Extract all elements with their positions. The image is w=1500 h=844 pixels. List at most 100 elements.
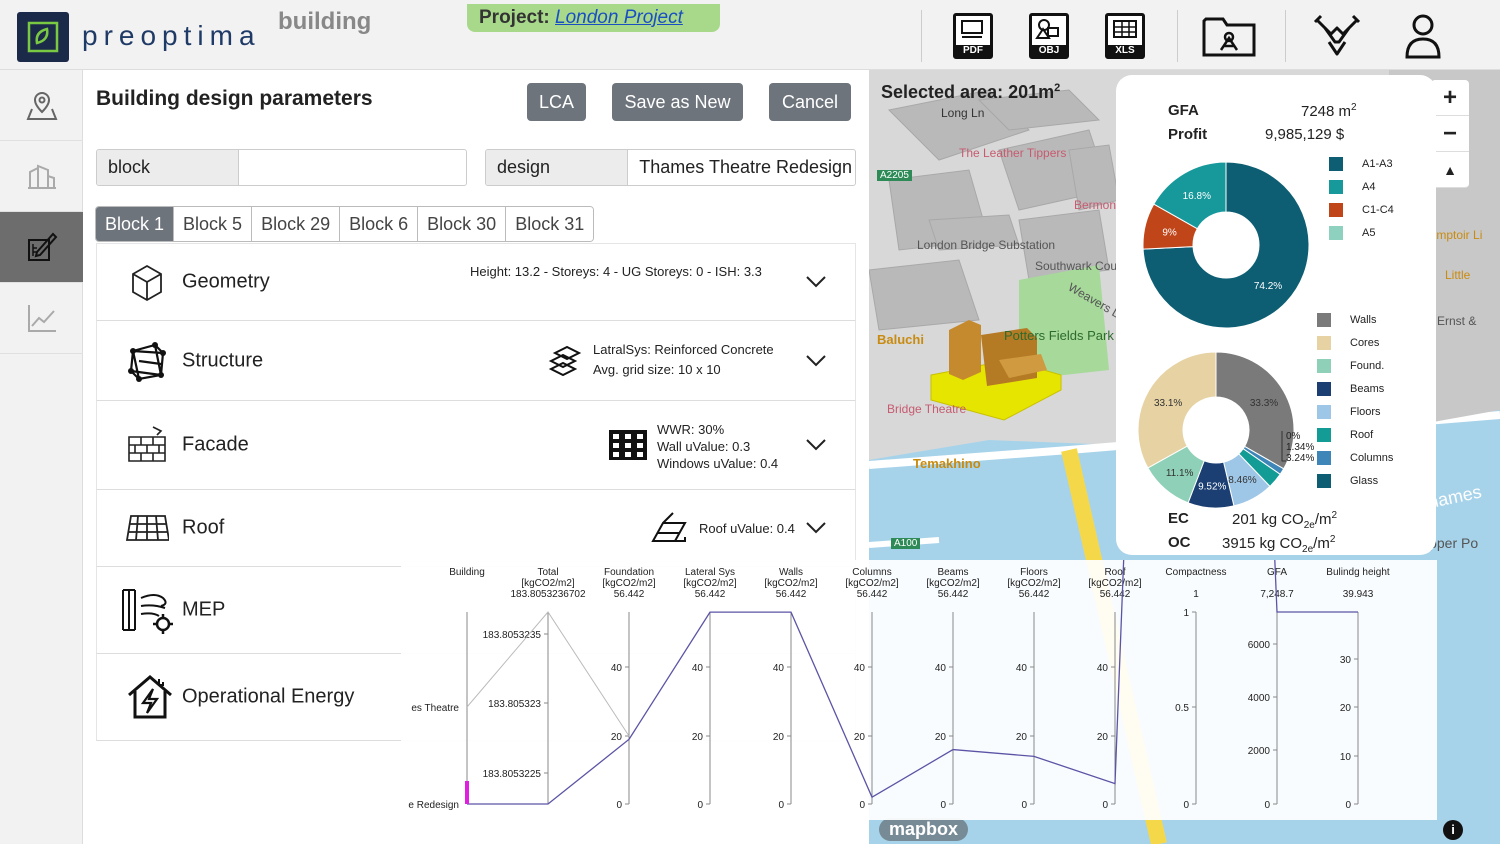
structure-section[interactable]: Structure LatralSys: Reinforced Concrete… — [96, 321, 856, 401]
project-indicator: Project: London Project — [467, 4, 720, 32]
tab-block-1[interactable]: Block 1 — [96, 207, 175, 241]
pc-tick-label: 0 — [697, 800, 703, 811]
zoom-in-button[interactable]: + — [1431, 80, 1469, 116]
pc-axis-label: [kgCO2/m2] — [845, 578, 899, 589]
pc-tick-label: 40 — [692, 663, 704, 674]
roof-section[interactable]: Roof Roof uValue: 0.4 — [96, 490, 856, 567]
pc-axis-max: 56.442 — [857, 589, 888, 600]
collaboration-hands-icon — [1313, 14, 1361, 56]
pc-axis-max: 183.8053236702 — [510, 589, 586, 600]
xls-export-button[interactable]: XLS — [1102, 10, 1148, 62]
sidebar-item-design[interactable] — [0, 212, 83, 283]
sidebar-item-analytics[interactable] — [0, 283, 83, 354]
map-label: Long Ln — [941, 106, 985, 120]
cancel-button[interactable]: Cancel — [769, 83, 851, 121]
block-input[interactable] — [239, 150, 466, 185]
sidebar-item-buildings[interactable] — [0, 141, 83, 212]
pc-axis-max: 56.442 — [695, 589, 726, 600]
zoom-out-button[interactable]: − — [1431, 116, 1469, 152]
design-edit-icon — [27, 232, 57, 261]
legend-label: Floors — [1350, 405, 1381, 418]
legend-swatch — [1317, 312, 1331, 327]
pdf-export-button[interactable]: PDF — [950, 10, 996, 62]
donut-callout-label: 1.34% — [1286, 442, 1314, 453]
preoptima-logo-icon[interactable] — [17, 12, 69, 62]
compass-button[interactable]: ▲ — [1431, 152, 1469, 188]
legend-swatch — [1317, 335, 1331, 350]
window-grid-icon — [609, 430, 647, 460]
donut-slice-label: 11.1% — [1166, 468, 1194, 479]
lateral-system-text: LatralSys: Reinforced Concrete — [593, 342, 774, 357]
donut-slice-label: 16.8% — [1183, 191, 1211, 202]
pc-tick-label: 0 — [616, 800, 622, 811]
pc-tick-label: 0 — [1021, 800, 1027, 811]
tab-block-29[interactable]: Block 29 — [252, 207, 341, 241]
design-name-input[interactable]: Thames Theatre Redesign — [628, 150, 855, 185]
tab-block-30[interactable]: Block 30 — [418, 207, 507, 241]
lca-button[interactable]: LCA — [527, 83, 586, 121]
legend-label: Cores — [1350, 336, 1380, 349]
page-title: Building design parameters — [96, 87, 373, 110]
map-label: Little — [1445, 268, 1471, 282]
legend-item: C1-C4 — [1329, 198, 1394, 221]
buildings-icon — [27, 164, 56, 189]
facade-section[interactable]: Facade WWR: 30% Wall uValue: 0.3 Windows… — [96, 401, 856, 490]
save-as-new-button[interactable]: Save as New — [612, 83, 743, 121]
legend-label: C1-C4 — [1362, 203, 1394, 216]
folder-user-button[interactable] — [1200, 10, 1258, 62]
pc-tick-label: 40 — [935, 663, 947, 674]
folder-user-icon — [1202, 17, 1256, 57]
sidebar-item-map[interactable] — [0, 70, 83, 141]
map-label: Southwark Cou — [1035, 259, 1118, 273]
pc-tick-label: 4000 — [1248, 693, 1271, 704]
chevron-down-icon[interactable] — [805, 354, 827, 368]
pdf-export-icon: PDF — [953, 13, 993, 59]
legend-item: Columns — [1317, 446, 1393, 469]
pc-tick-label: 1 — [1183, 608, 1189, 619]
chevron-down-icon[interactable] — [805, 438, 827, 452]
legend-swatch — [1329, 225, 1343, 240]
legend-item: A1-A3 — [1329, 152, 1394, 175]
chevron-down-icon[interactable] — [805, 521, 827, 535]
pc-tick-label: 183.8053235 — [483, 630, 542, 641]
legend-label: A4 — [1362, 180, 1376, 193]
legend-swatch — [1317, 404, 1331, 419]
pc-axis-label: Building — [449, 567, 485, 578]
pc-axis-label: [kgCO2/m2] — [926, 578, 980, 589]
map-label: Temakhino — [913, 456, 981, 471]
metrics-card: GFA 7248 m2 Profit 9,985,129 $ 74.2% 9% 16… — [1116, 75, 1436, 555]
roof-grid-icon — [125, 515, 169, 541]
chevron-down-icon[interactable] — [805, 275, 827, 289]
pc-tick-label: 183.805323 — [488, 699, 541, 710]
tab-block-31[interactable]: Block 31 — [506, 207, 594, 241]
pc-tick-label: 0 — [859, 800, 865, 811]
geometry-section[interactable]: Geometry Height: 13.2 - Storeys: 4 - UG … — [96, 243, 856, 321]
map-label: Ernst & — [1437, 314, 1477, 328]
legend-swatch — [1317, 427, 1331, 442]
mapbox-logo[interactable]: mapbox — [879, 818, 969, 841]
design-input-group: design Thames Theatre Redesign — [485, 149, 856, 186]
oc-label: OC — [1168, 534, 1191, 551]
legend-label: Glass — [1350, 474, 1379, 487]
donut-slice — [1137, 351, 1217, 469]
collaboration-button[interactable] — [1310, 10, 1364, 62]
pc-category-label: e Redesign — [408, 800, 459, 811]
user-profile-button[interactable] — [1400, 10, 1446, 62]
legend-item: A4 — [1329, 175, 1394, 198]
geometry-title: Geometry — [182, 270, 270, 293]
pc-tick-label: 40 — [1097, 663, 1109, 674]
element-legend: Walls Cores Found. Beams Floors Roof Columns Gl… — [1317, 308, 1393, 492]
user-profile-icon — [1405, 14, 1441, 59]
project-label: Project: — [479, 7, 550, 28]
legend-label: Roof — [1350, 428, 1374, 441]
donut-slice-label: 74.2% — [1254, 281, 1282, 292]
donut-slice-label: 33.1% — [1154, 398, 1182, 409]
pc-tick-label: 40 — [1016, 663, 1028, 674]
legend-item: Found. — [1317, 354, 1393, 377]
tab-block-5[interactable]: Block 5 — [174, 207, 253, 241]
info-icon[interactable]: i — [1443, 820, 1463, 840]
pc-tick-label: 40 — [773, 663, 785, 674]
project-link[interactable]: London Project — [555, 7, 683, 28]
obj-export-button[interactable]: OBJ — [1026, 10, 1072, 62]
tab-block-6[interactable]: Block 6 — [340, 207, 419, 241]
